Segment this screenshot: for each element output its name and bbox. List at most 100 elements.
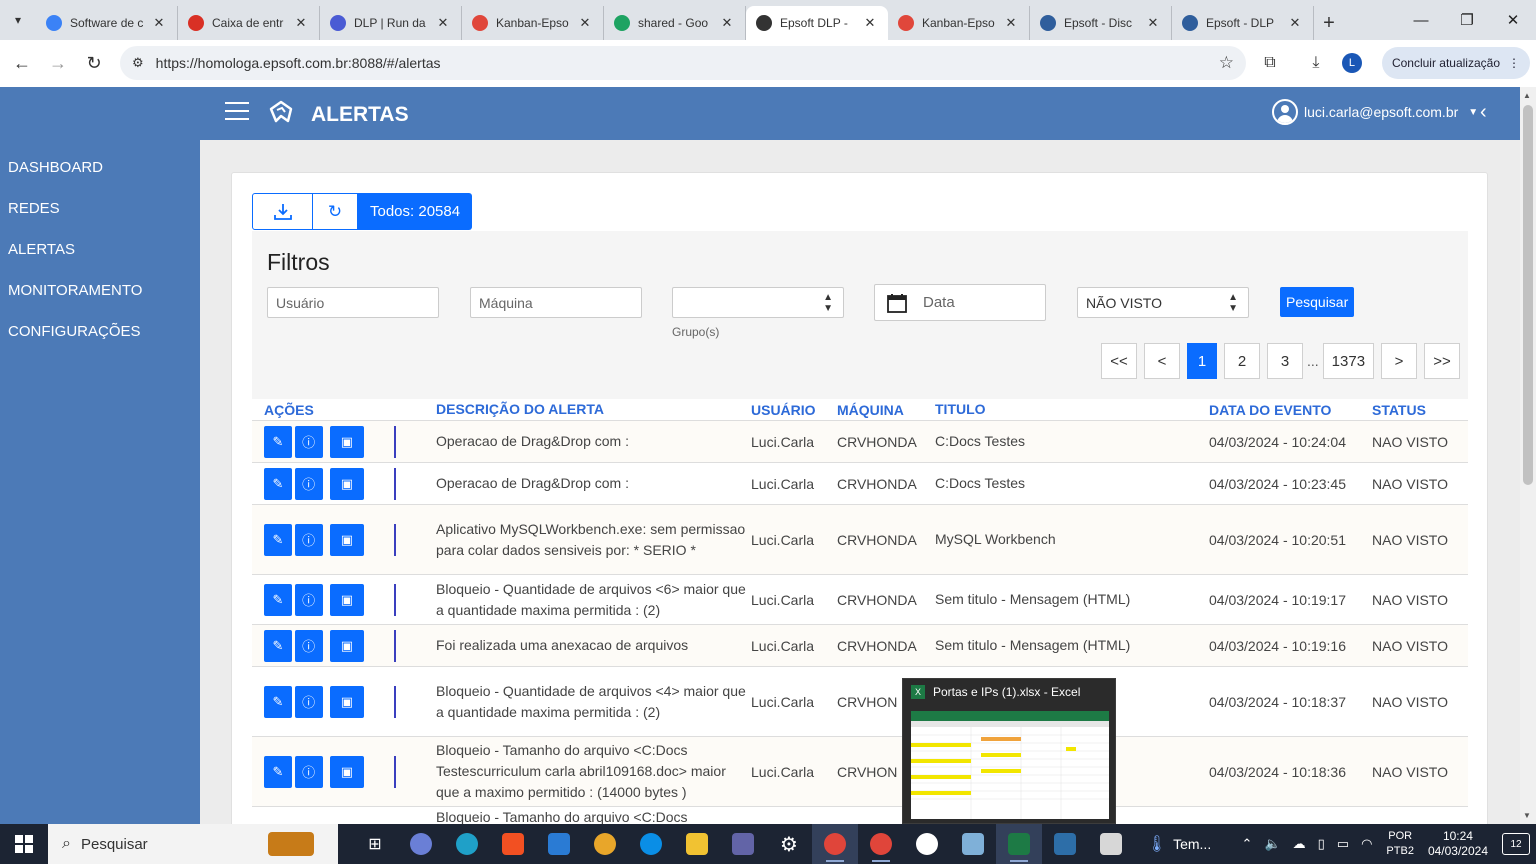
usuario-input[interactable]: Usuário — [267, 287, 439, 318]
scroll-down-icon[interactable]: ▼ — [1523, 811, 1531, 820]
app-snipping-icon[interactable] — [398, 824, 444, 864]
browser-tab[interactable]: Software de c ✕ — [36, 6, 178, 40]
edit-icon[interactable]: ✎ — [264, 523, 292, 556]
close-window-icon[interactable]: ✕ — [1490, 0, 1536, 40]
hamburger-menu-icon[interactable] — [225, 102, 249, 122]
sidebar-item-dashboard[interactable]: DASHBOARD — [0, 147, 200, 188]
screenshot-icon[interactable]: ▣ — [329, 467, 365, 500]
sidebar-item-monitoramento[interactable]: MONITORAMENTO — [0, 270, 200, 311]
page-last-button[interactable]: >> — [1424, 343, 1461, 379]
browser-tab[interactable]: Epsoft DLP - ✕ — [746, 6, 888, 40]
tab-close-icon[interactable]: ✕ — [151, 15, 167, 31]
tab-close-icon[interactable]: ✕ — [862, 15, 878, 31]
table-row[interactable]: ✎ ⓘ ▣ Bloqueio - Quantidade de arquivos <6>… — [252, 575, 1468, 625]
url-text[interactable]: https://homologa.epsoft.com.br:8088/#/al… — [156, 55, 1219, 71]
screenshot-icon[interactable]: ▣ — [329, 583, 365, 616]
forward-icon[interactable]: → — [40, 46, 76, 82]
info-icon[interactable]: ⓘ — [294, 583, 323, 616]
page-first-button[interactable]: << — [1101, 343, 1137, 379]
app-skype-icon[interactable] — [628, 824, 674, 864]
app-mail-icon[interactable] — [536, 824, 582, 864]
app-chrome-second-icon[interactable] — [858, 824, 904, 864]
download-icon[interactable]: ⤓ — [1298, 46, 1334, 80]
tab-close-icon[interactable]: ✕ — [1003, 15, 1019, 31]
app-anydesk-icon[interactable] — [904, 824, 950, 864]
info-icon[interactable]: ⓘ — [294, 425, 323, 458]
total-count-button[interactable]: Todos: 20584 — [358, 193, 473, 230]
app-excel-icon[interactable] — [996, 824, 1042, 864]
windows-start-icon[interactable] — [0, 824, 48, 864]
info-icon[interactable]: ⓘ — [294, 467, 323, 500]
refresh-button[interactable]: ↻ — [313, 193, 358, 230]
sidebar-item-configuracoes[interactable]: CONFIGURAÇÕES — [0, 311, 200, 352]
browser-tab[interactable]: DLP | Run da ✕ — [320, 6, 462, 40]
table-row[interactable]: Bloqueio - Tamanho do arquivo <C:Docs — [252, 807, 1468, 824]
page-next-button[interactable]: > — [1381, 343, 1418, 379]
taskbar-search[interactable]: ⌕ Pesquisar — [48, 824, 338, 864]
table-row[interactable]: ✎ ⓘ ▣ Operacao de Drag&Drop com : Luci.Carla… — [252, 463, 1468, 505]
collapse-arrow-icon[interactable]: ‹ — [1480, 101, 1487, 124]
download-button[interactable] — [252, 193, 313, 230]
sidebar-item-redes[interactable]: REDES — [0, 188, 200, 229]
browser-tab[interactable]: Epsoft - DLP ✕ — [1172, 6, 1314, 40]
tablet-icon[interactable]: ▯ — [1318, 836, 1325, 852]
browser-tab[interactable]: shared - Goo ✕ — [604, 6, 746, 40]
table-row[interactable]: ✎ ⓘ ▣ Bloqueio - Tamanho do arquivo <C:Docs… — [252, 737, 1468, 807]
edit-icon[interactable]: ✎ — [264, 755, 292, 788]
weather-widget[interactable]: 🌡 Tem... — [1134, 824, 1224, 864]
info-icon[interactable]: ⓘ — [294, 523, 323, 556]
excel-window-preview[interactable]: X Portas e IPs (1).xlsx - Excel — [902, 678, 1116, 824]
minimize-icon[interactable]: — — [1398, 0, 1444, 40]
app-edge-icon[interactable] — [444, 824, 490, 864]
tab-close-icon[interactable]: ✕ — [1287, 15, 1303, 31]
page-scrollbar[interactable]: ▲ ▼ — [1520, 87, 1536, 824]
tab-close-icon[interactable]: ✕ — [577, 15, 593, 31]
back-icon[interactable]: ← — [4, 46, 40, 82]
app-settings-icon[interactable]: ⚙ — [766, 824, 812, 864]
app-store-icon[interactable] — [490, 824, 536, 864]
language-indicator[interactable]: POR PTB2 — [1386, 829, 1414, 859]
page-1-button[interactable]: 1 — [1187, 343, 1217, 379]
update-button[interactable]: Concluir atualização ⋮ — [1381, 47, 1530, 79]
app-teams-icon[interactable] — [720, 824, 766, 864]
edit-icon[interactable]: ✎ — [264, 583, 292, 616]
maximize-icon[interactable]: ❐ — [1444, 0, 1490, 40]
app-snipping-tool-icon[interactable] — [1088, 824, 1134, 864]
search-button[interactable]: Pesquisar — [1280, 287, 1355, 317]
volume-icon[interactable]: 🔈 — [1264, 836, 1280, 852]
page-2-button[interactable]: 2 — [1224, 343, 1260, 379]
tab-close-icon[interactable]: ✕ — [719, 15, 735, 31]
browser-tab[interactable]: Caixa de entr ✕ — [178, 6, 320, 40]
task-view-icon[interactable]: ⊞ — [352, 824, 398, 864]
edit-icon[interactable]: ✎ — [264, 629, 292, 662]
browser-tab[interactable]: Epsoft - Disc ✕ — [1030, 6, 1172, 40]
notification-button[interactable]: 12 — [1502, 833, 1530, 855]
table-row[interactable]: ✎ ⓘ ▣ Foi realizada uma anexacao de arquivo… — [252, 625, 1468, 667]
browser-tab[interactable]: Kanban-Epso ✕ — [888, 6, 1030, 40]
reload-icon[interactable]: ↻ — [76, 46, 112, 82]
scroll-up-icon[interactable]: ▲ — [1523, 91, 1531, 100]
onedrive-icon[interactable]: ☁ — [1293, 836, 1306, 852]
app-notes-icon[interactable] — [950, 824, 996, 864]
maquina-input[interactable]: Máquina — [470, 287, 642, 318]
profile-button[interactable]: L — [1334, 46, 1370, 80]
info-icon[interactable]: ⓘ — [294, 755, 323, 788]
edit-icon[interactable]: ✎ — [264, 467, 292, 500]
table-row[interactable]: ✎ ⓘ ▣ Operacao de Drag&Drop com : Luci.Carla… — [252, 421, 1468, 463]
user-menu[interactable]: luci.carla@epsoft.com.br ▼ — [1272, 99, 1478, 125]
app-vscode-icon[interactable] — [1042, 824, 1088, 864]
info-icon[interactable]: ⓘ — [294, 685, 323, 718]
tab-close-icon[interactable]: ✕ — [293, 15, 309, 31]
tab-search-menu-icon[interactable]: ▾ — [0, 0, 36, 40]
screenshot-icon[interactable]: ▣ — [329, 629, 365, 662]
page-3-button[interactable]: 3 — [1267, 343, 1303, 379]
app-chrome-profile-icon[interactable] — [812, 824, 858, 864]
grupo-select[interactable]: ▲ ▼ — [672, 287, 844, 318]
screenshot-icon[interactable]: ▣ — [329, 755, 365, 788]
more-menu-icon[interactable]: ⋮ — [1508, 56, 1520, 70]
table-row[interactable]: ✎ ⓘ ▣ Aplicativo MySQLWorkbench.exe: sem pe… — [252, 505, 1468, 575]
app-chrome-icon[interactable] — [582, 824, 628, 864]
bookmark-star-icon[interactable]: ☆ — [1219, 53, 1234, 73]
extensions-icon[interactable]: ⧉ — [1252, 46, 1288, 80]
tab-close-icon[interactable]: ✕ — [1145, 15, 1161, 31]
